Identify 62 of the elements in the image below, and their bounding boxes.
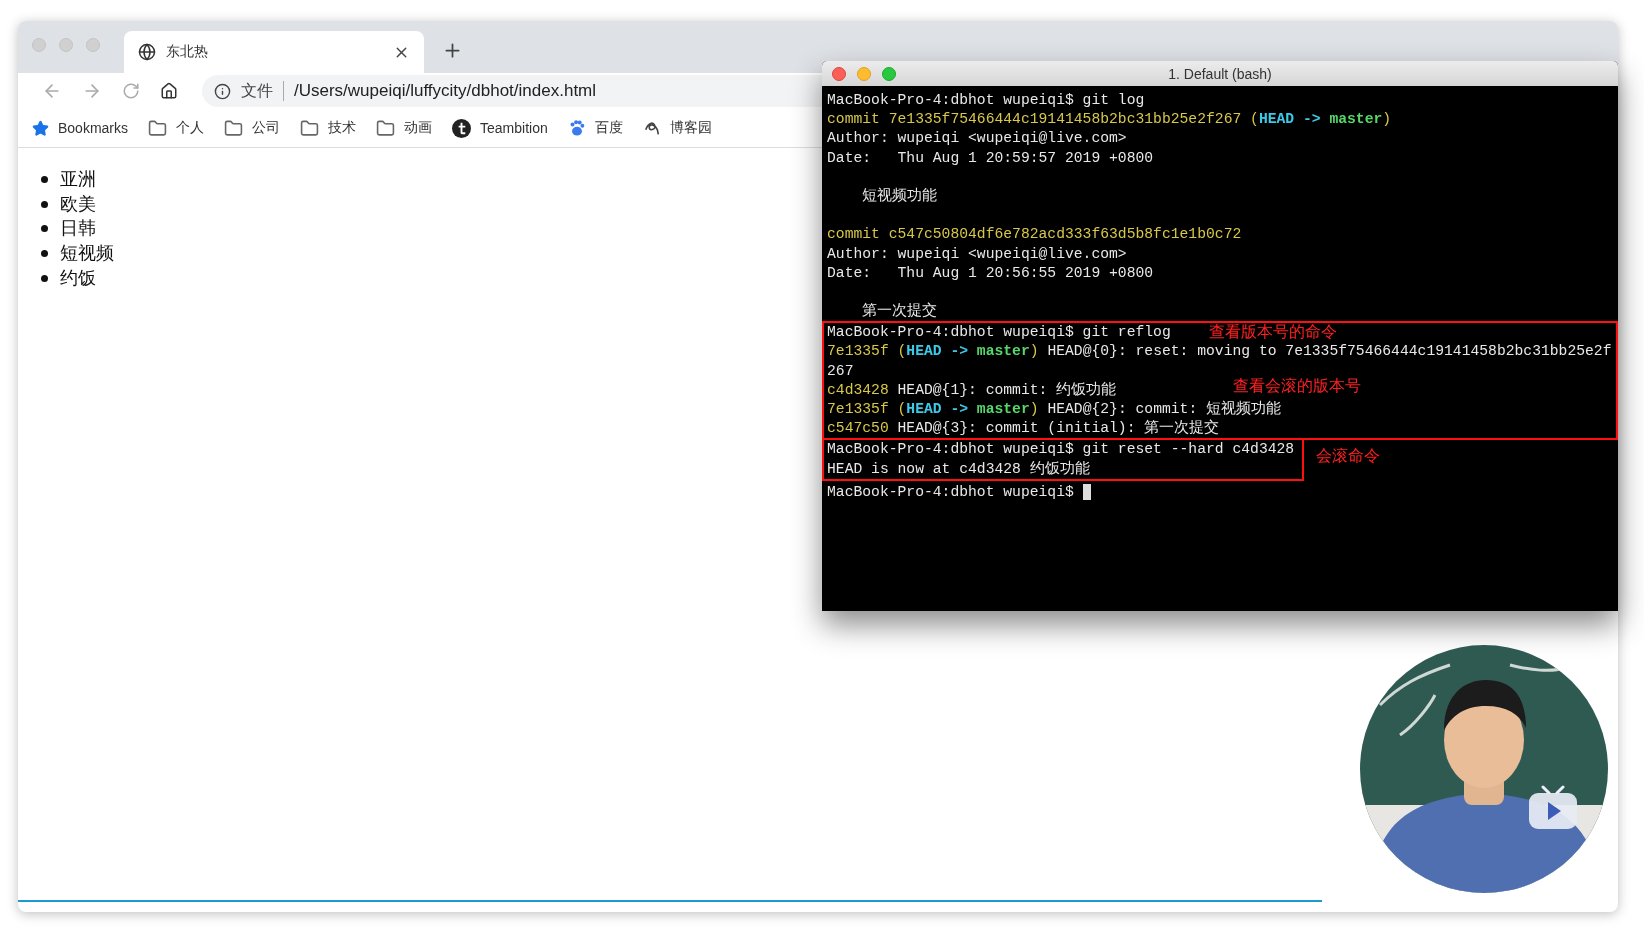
- annotation: 会滚命令: [1316, 446, 1381, 467]
- bookmark[interactable]: 技术: [300, 118, 357, 138]
- list-item: 约饭: [60, 266, 96, 290]
- zoom-light[interactable]: [882, 66, 896, 81]
- terminal-line: Date: Thu Aug 1 20:56:55 2019 +0800: [827, 263, 1154, 283]
- terminal-line: 短视频功能: [861, 186, 938, 206]
- bookmark[interactable]: 个人: [148, 118, 205, 138]
- folder-icon: [224, 118, 244, 138]
- bookmark[interactable]: 动画: [376, 118, 433, 138]
- terminal-line: Author: wupeiqi <wupeiqi@live.com>: [827, 129, 1127, 149]
- folder-icon: [300, 118, 320, 138]
- teambition-icon: [452, 118, 472, 138]
- terminal-line: c547c50 HEAD@{3}: commit (initial): 第一次提交: [827, 419, 1220, 439]
- reload-icon[interactable]: [122, 82, 140, 100]
- minimize-light[interactable]: [59, 38, 73, 52]
- star-icon: [32, 119, 49, 137]
- url-text: /Users/wupeiqi/luffycity/dbhot/index.html: [294, 81, 597, 101]
- bookmark[interactable]: 博客园: [642, 119, 712, 137]
- bookmark[interactable]: 百度: [567, 119, 623, 137]
- bullet-icon: [41, 175, 48, 183]
- terminal-line: Author: wupeiqi <wupeiqi@live.com>: [827, 244, 1127, 264]
- terminal-line: 第一次提交: [861, 302, 938, 322]
- terminal-line: 267: [827, 361, 854, 381]
- bullet-icon: [41, 200, 48, 208]
- annotation: 查看会滚的版本号: [1233, 375, 1361, 396]
- terminal-line: c4d3428 HEAD@{1}: commit: 约饭功能: [827, 380, 1117, 400]
- globe-icon: [138, 43, 156, 61]
- bookmark[interactable]: 公司: [224, 118, 281, 138]
- terminal-line: Date: Thu Aug 1 20:59:57 2019 +0800: [827, 148, 1154, 168]
- list-item: 亚洲: [60, 168, 96, 191]
- terminal-line: MacBook-Pro-4:dbhot wupeiqi$ git log: [827, 91, 1145, 110]
- terminal-line: HEAD is now at c4d3428 约饭功能: [827, 459, 1090, 479]
- bookmark[interactable]: Teambition: [452, 118, 548, 138]
- scheme-label: 文件: [241, 80, 273, 101]
- list-item: 欧美: [60, 192, 96, 216]
- folder-icon: [148, 118, 168, 138]
- annotation: 查看版本号的命令: [1209, 322, 1337, 343]
- terminal-title: 1. Default (bash): [1168, 65, 1272, 82]
- home-icon[interactable]: [160, 82, 178, 100]
- list-item: 短视频: [60, 242, 114, 266]
- browser-tab[interactable]: 东北热: [124, 31, 424, 73]
- squiggle-icon: [642, 119, 661, 137]
- terminal-line: commit 7e1335f75466444c19141458b2bc31bb25e2f267 (HEAD -> master): [827, 110, 1392, 130]
- tab-title: 东北热: [166, 43, 209, 61]
- zoom-light[interactable]: [86, 38, 100, 52]
- terminal-line: commit c547c50804df6e782acd333f63d5b8fc1e1b0c72: [827, 225, 1242, 245]
- minimize-light[interactable]: [857, 66, 871, 81]
- terminal-line: 7e1335f (HEAD -> master) HEAD@{0}: reset: moving to 7e1335f75466444c19141458b2bc31bb25e2f: [827, 342, 1612, 362]
- list-item: 日韩: [60, 217, 96, 241]
- terminal-line: MacBook-Pro-4:dbhot wupeiqi$ git reset --hard c4d3428: [827, 440, 1295, 460]
- folder-icon: [376, 118, 396, 138]
- terminal-line: MacBook-Pro-4:dbhot wupeiqi$ git reflog: [827, 323, 1171, 343]
- terminal-line: 7e1335f (HEAD -> master) HEAD@{2}: commit: 短视频功能: [827, 400, 1282, 419]
- info-icon[interactable]: [214, 82, 231, 100]
- bookmark[interactable]: Bookmarks: [32, 119, 129, 137]
- bullet-icon: [41, 274, 48, 282]
- bullet-icon: [41, 225, 48, 233]
- close-light[interactable]: [832, 66, 846, 81]
- tv-play-icon: [1527, 785, 1579, 831]
- close-light[interactable]: [32, 38, 46, 52]
- terminal-line: MacBook-Pro-4:dbhot wupeiqi$: [827, 482, 1075, 502]
- bullet-icon: [41, 249, 48, 257]
